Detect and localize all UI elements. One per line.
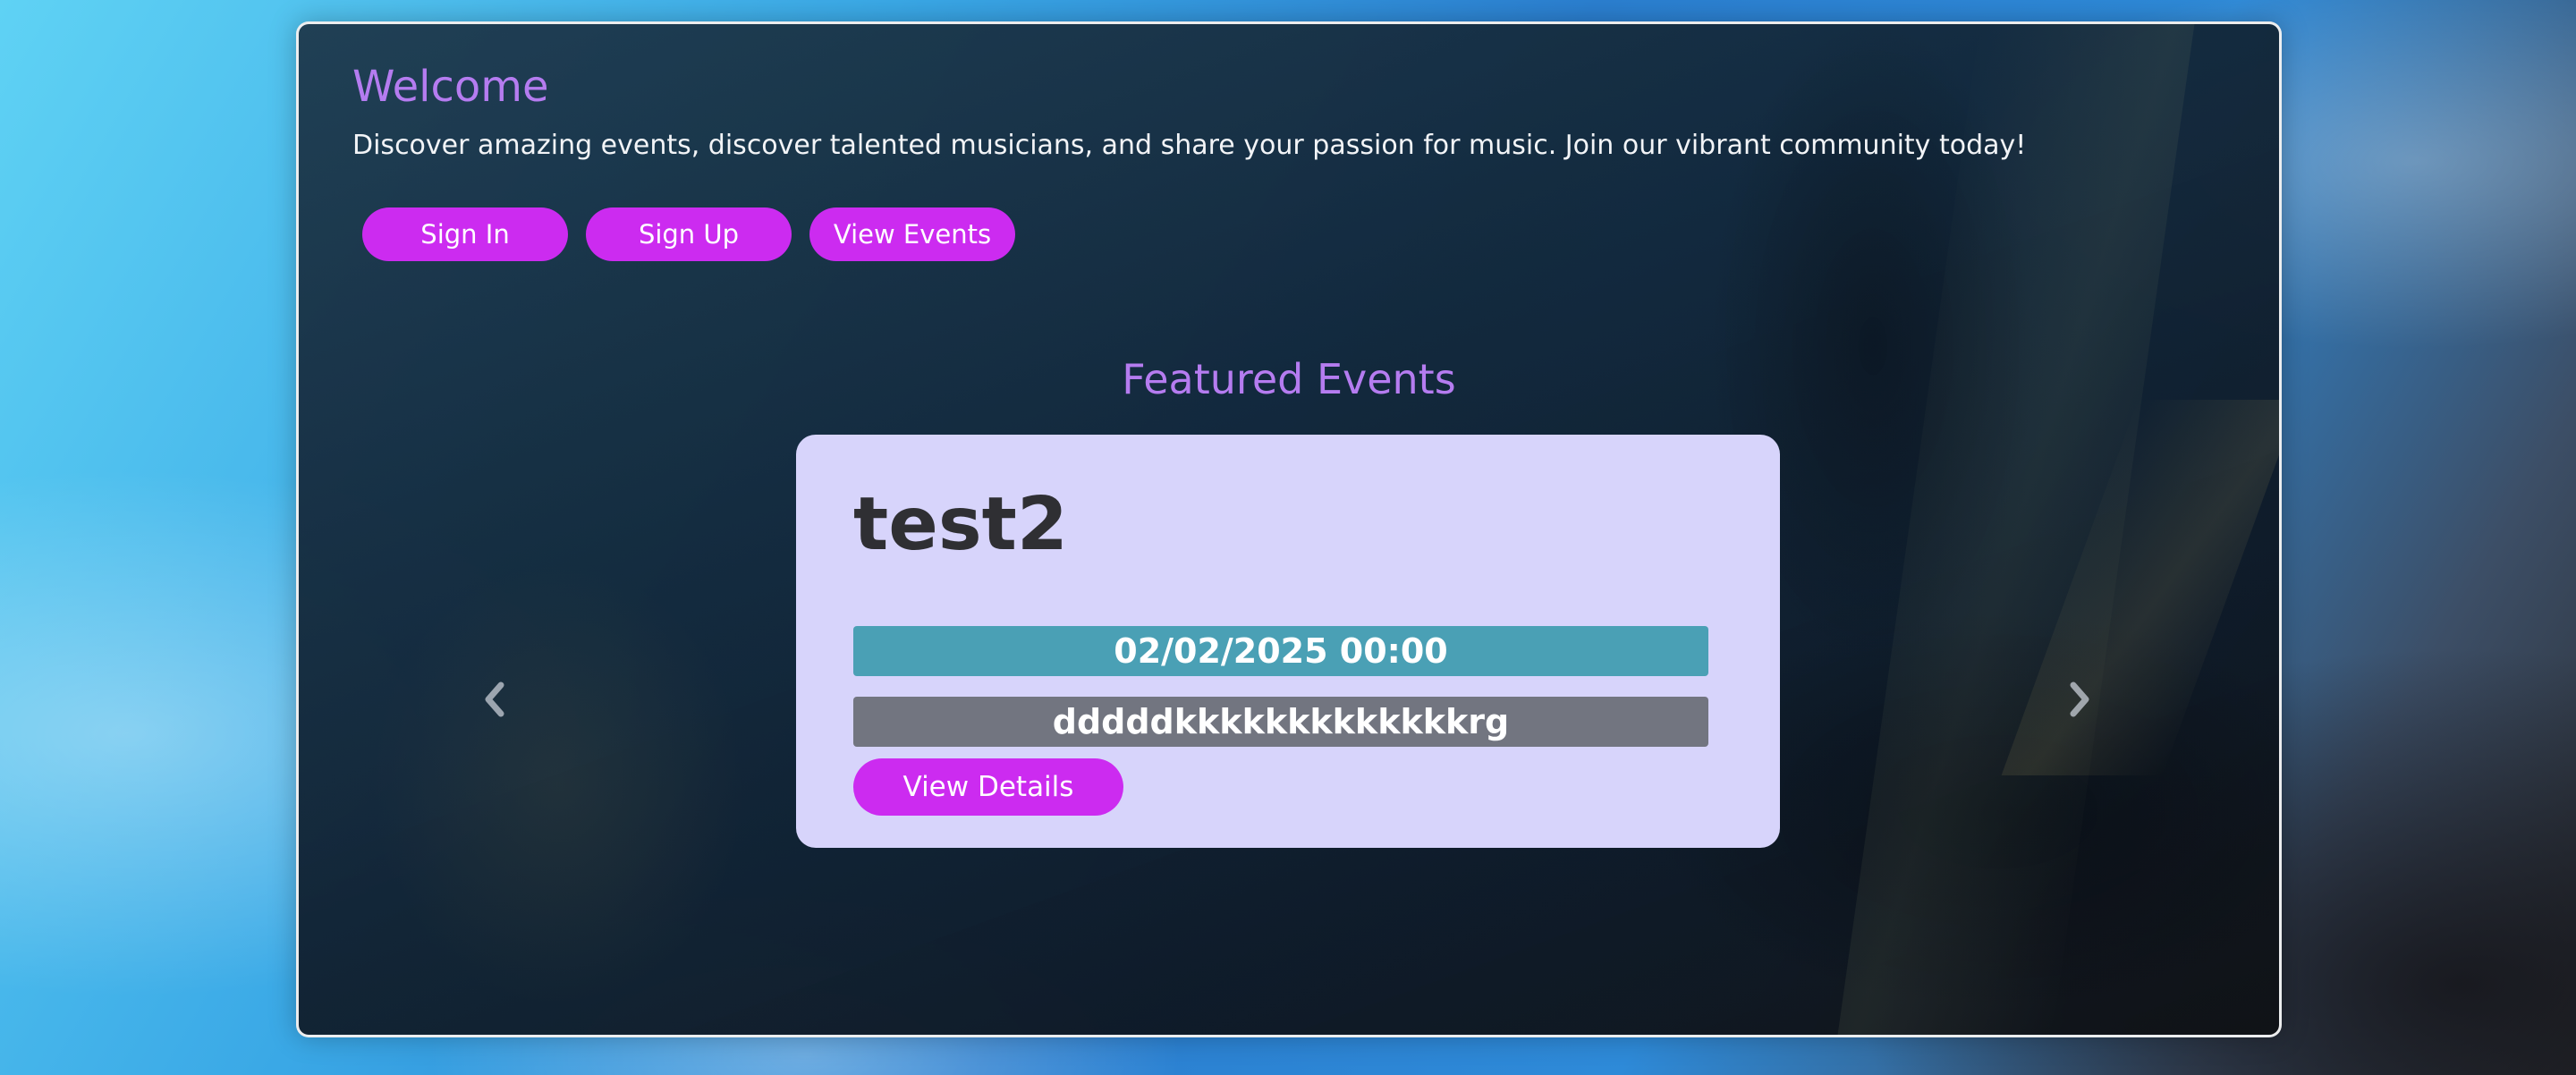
- stage-light-beam: [2001, 400, 2279, 775]
- carousel-next-button[interactable]: [2057, 673, 2102, 726]
- featured-events-title: Featured Events: [1122, 355, 1456, 403]
- event-description-badge: dddddkkkkkkkkkkkkkrg: [853, 697, 1708, 747]
- view-events-button[interactable]: View Events: [809, 207, 1015, 261]
- view-details-button[interactable]: View Details: [853, 758, 1123, 816]
- featured-event-card: test2 02/02/2025 00:00 dddddkkkkkkkkkkkk…: [796, 435, 1780, 848]
- event-date-badge: 02/02/2025 00:00: [853, 626, 1708, 676]
- welcome-title: Welcome: [352, 62, 549, 112]
- sign-up-button[interactable]: Sign Up: [586, 207, 792, 261]
- stage-light-glow: [370, 561, 746, 1008]
- welcome-description: Discover amazing events, discover talent…: [352, 130, 2027, 161]
- event-title: test2: [853, 482, 1068, 567]
- carousel-prev-button[interactable]: [472, 673, 517, 726]
- sign-in-button[interactable]: Sign In: [362, 207, 568, 261]
- stage-light-beam: [1837, 24, 2195, 1035]
- chevron-right-icon: [2070, 681, 2089, 717]
- chevron-left-icon: [485, 681, 504, 717]
- welcome-panel: Welcome Discover amazing events, discove…: [296, 21, 2282, 1037]
